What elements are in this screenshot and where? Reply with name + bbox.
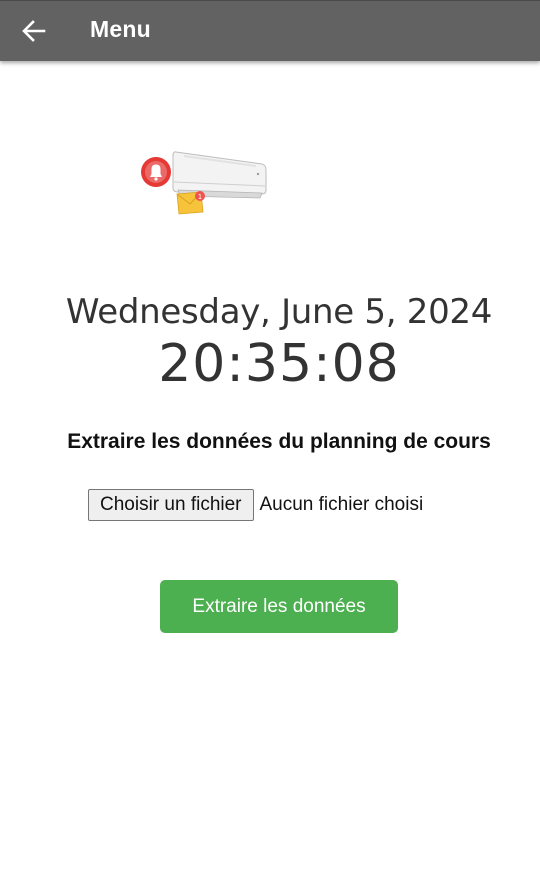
choose-file-button[interactable]: Choisir un fichier (88, 489, 254, 521)
extract-data-button[interactable]: Extraire les données (160, 580, 398, 633)
file-status-text: Aucun fichier choisi (259, 494, 424, 515)
file-input[interactable]: Choisir un fichier Aucun fichier choisi (88, 489, 423, 521)
arrow-left-icon (22, 20, 46, 42)
envelope-badge-count: 1 (198, 193, 202, 201)
extract-heading: Extraire les données du planning de cour… (67, 430, 491, 453)
current-date: Wednesday, June 5, 2024 (65, 292, 493, 332)
app-bar-title: Menu (90, 16, 151, 42)
current-time: 20:35:08 (158, 334, 400, 394)
page: Menu 1 Wednesday, June 5, 2024 20:35:08 … (0, 0, 540, 869)
app-bar: Menu (0, 0, 540, 61)
back-button[interactable] (14, 13, 54, 49)
air-conditioner-notification-icon: 1 (138, 146, 270, 218)
